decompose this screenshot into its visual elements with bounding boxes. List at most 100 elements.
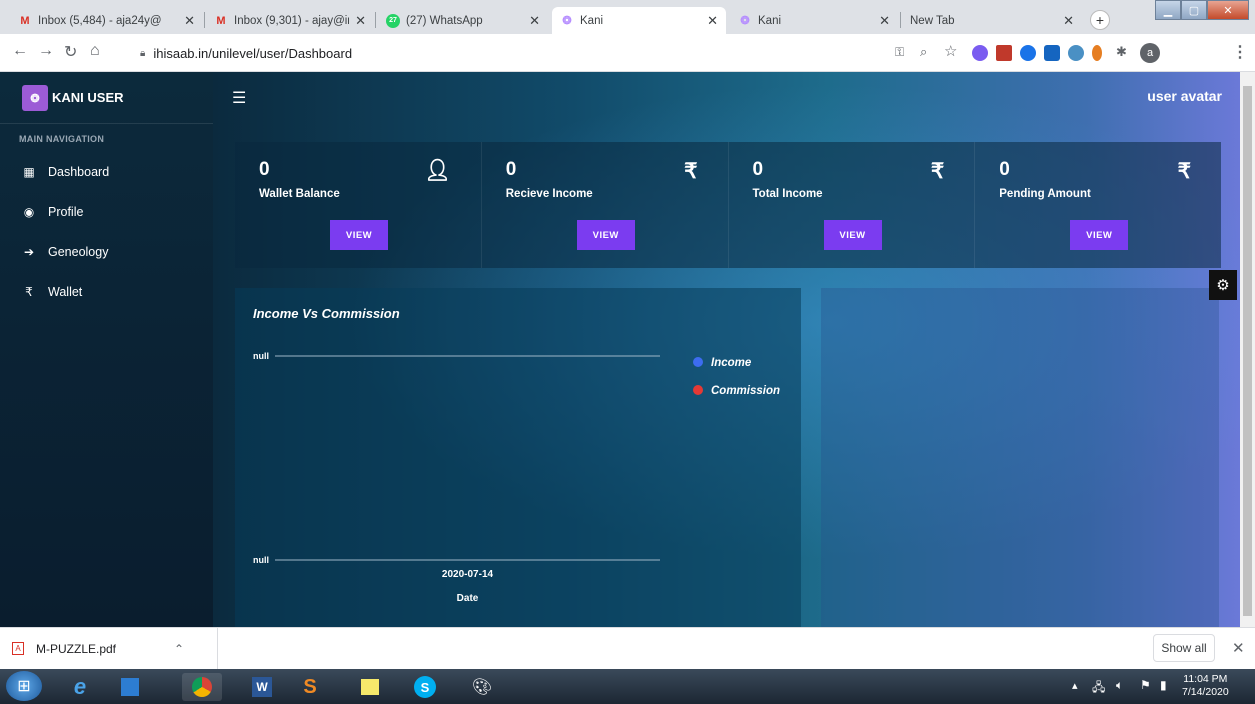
sidebar-item-dashboard[interactable]: ▦ Dashboard [0,152,213,192]
hamburger-menu-icon[interactable]: ☰ [232,88,246,108]
stat-label: Total Income [752,188,823,200]
gmail-icon: M [20,14,30,27]
flag-icon[interactable]: ⚑ [1140,678,1151,692]
close-icon[interactable]: ✕ [1063,13,1074,29]
skype-icon[interactable]: S [405,673,445,701]
maximize-button[interactable]: ▢ [1181,0,1207,20]
browser-tab-active[interactable]: ❂ Kani ✕ [552,7,726,34]
brand-name: KANI USER [52,90,124,105]
sidebar-item-wallet[interactable]: ₹ Wallet [0,272,213,312]
tab-title: Kani [580,14,604,27]
power-icon[interactable]: ▮ [1160,678,1167,692]
view-button[interactable]: VIEW [330,220,388,250]
extension-icon[interactable] [996,45,1012,61]
windows-taskbar: ⊞ e W S S 🎨︎ ▴ 🖧︎ 🔈︎ ⚑ ▮ 11:04 PM 7/14/2… [0,669,1255,704]
extension-icon[interactable] [972,45,988,61]
word-icon[interactable]: W [242,673,282,701]
x-tick-label: 2020-07-14 [442,569,494,580]
reload-icon[interactable]: ↻ [64,42,77,62]
settings-gear-icon[interactable]: ⚙ [1209,270,1237,300]
close-icon[interactable]: ✕ [707,13,718,29]
right-panel-card [821,288,1219,627]
download-item[interactable]: A M-PUZZLE.pdf ⌃ [0,628,218,669]
sidebar-item-label: Profile [48,205,84,219]
stat-card-recieve-income: 0 Recieve Income ₹ VIEW [482,142,729,268]
view-button[interactable]: VIEW [1070,220,1129,250]
kani-icon: ❂ [562,15,572,27]
page-scrollbar[interactable] [1240,72,1255,627]
close-icon[interactable]: ✕ [529,13,540,29]
window-controls: ▁ ▢ ✕ [1155,0,1249,20]
ie-icon[interactable]: e [60,673,100,701]
sublime-icon[interactable]: S [290,673,330,701]
key-icon[interactable]: ⚿ [895,45,904,60]
stat-value: 0 [752,159,764,180]
show-all-button[interactable]: Show all [1153,634,1215,662]
menu-kebab-icon[interactable]: ⋮ [1232,42,1248,62]
sidebar: ❂ KANI USER MAIN NAVIGATION ▦ Dashboard … [0,72,213,627]
logo-icon: ❂ [22,85,48,111]
top-navbar: ☰ user avatar [213,72,1240,124]
download-filename: M-PUZZLE.pdf [36,641,117,656]
zoom-icon[interactable]: ⌕ [920,44,927,60]
paint-icon[interactable]: 🎨︎ [462,673,502,701]
brand[interactable]: ❂ KANI USER [0,72,213,124]
start-button[interactable]: ⊞ [6,671,42,701]
star-icon[interactable]: ☆ [944,42,957,60]
stats-panel: 0 Wallet Balance 👤︎ VIEW 0 Recieve Incom… [235,142,1221,268]
legend-swatch [693,385,703,395]
home-icon[interactable]: ⌂ [90,42,100,60]
clock[interactable]: 11:04 PM 7/14/2020 [1182,673,1229,699]
sidebar-item-label: Wallet [48,285,83,299]
chrome-icon[interactable] [182,673,222,701]
arrow-right-icon: ➔ [23,245,35,259]
kani-icon: ❂ [740,15,750,27]
extension-icon[interactable] [1044,45,1060,61]
close-icon[interactable]: ✕ [879,13,890,29]
tab-divider [900,12,901,28]
network-icon[interactable]: 🖧︎ [1092,678,1105,699]
tab-title: New Tab [910,14,955,27]
user-avatar[interactable]: user avatar [1147,88,1222,104]
extension-icon[interactable] [1020,45,1036,61]
tray-chevron-icon[interactable]: ▴ [1072,679,1078,692]
chevron-up-icon[interactable]: ⌃ [174,642,184,656]
close-icon[interactable]: ✕ [1232,639,1245,657]
media-player-icon[interactable] [110,673,150,701]
view-button[interactable]: VIEW [576,220,635,250]
profile-avatar[interactable]: a [1140,43,1160,63]
browser-tab[interactable]: M Inbox (5,484) - aja24y@ ✕ [10,7,203,34]
sidebar-item-profile[interactable]: ◉ Profile [0,192,213,232]
extension-icon[interactable] [1068,45,1084,61]
browser-tab[interactable]: ❂ Kani ✕ [730,7,898,34]
stat-card-pending-amount: 0 Pending Amount ₹ VIEW [975,142,1221,268]
lock-icon: 🔒︎ [140,47,146,59]
close-icon[interactable]: ✕ [355,13,366,29]
new-tab-button[interactable]: + [1090,10,1110,30]
url-field[interactable]: 🔒︎ ihisaab.in/unilevel/user/Dashboard [140,39,880,67]
browser-tab[interactable]: 27 (27) WhatsApp ✕ [378,7,548,34]
y-tick-label: null [253,555,269,565]
user-circle-icon: ◉ [23,205,35,219]
pdf-file-icon: A [12,642,24,655]
browser-tab[interactable]: M Inbox (9,301) - ajay@inf ✕ [206,7,374,34]
close-window-button[interactable]: ✕ [1207,0,1249,20]
forward-icon[interactable]: → [38,42,54,60]
view-button[interactable]: VIEW [823,220,882,250]
stat-value: 0 [999,159,1010,180]
close-icon[interactable]: ✕ [184,13,195,29]
stat-label: Pending Amount [999,188,1091,200]
extension-icon[interactable] [1092,45,1102,61]
browser-tab[interactable]: New Tab ✕ [902,7,1082,34]
sticky-notes-icon[interactable] [350,673,390,701]
puzzle-icon[interactable]: ✱ [1116,44,1127,60]
scrollbar-thumb[interactable] [1243,86,1252,616]
minimize-button[interactable]: ▁ [1155,0,1181,20]
stat-value: 0 [505,159,517,180]
volume-icon[interactable]: 🔈︎ [1116,678,1123,693]
x-axis-label: Date [457,593,479,604]
back-icon[interactable]: ← [12,42,28,60]
sidebar-item-geneology[interactable]: ➔ Geneology [0,232,213,272]
clock-date: 7/14/2020 [1182,686,1229,698]
grid-icon: ▦ [23,165,35,179]
